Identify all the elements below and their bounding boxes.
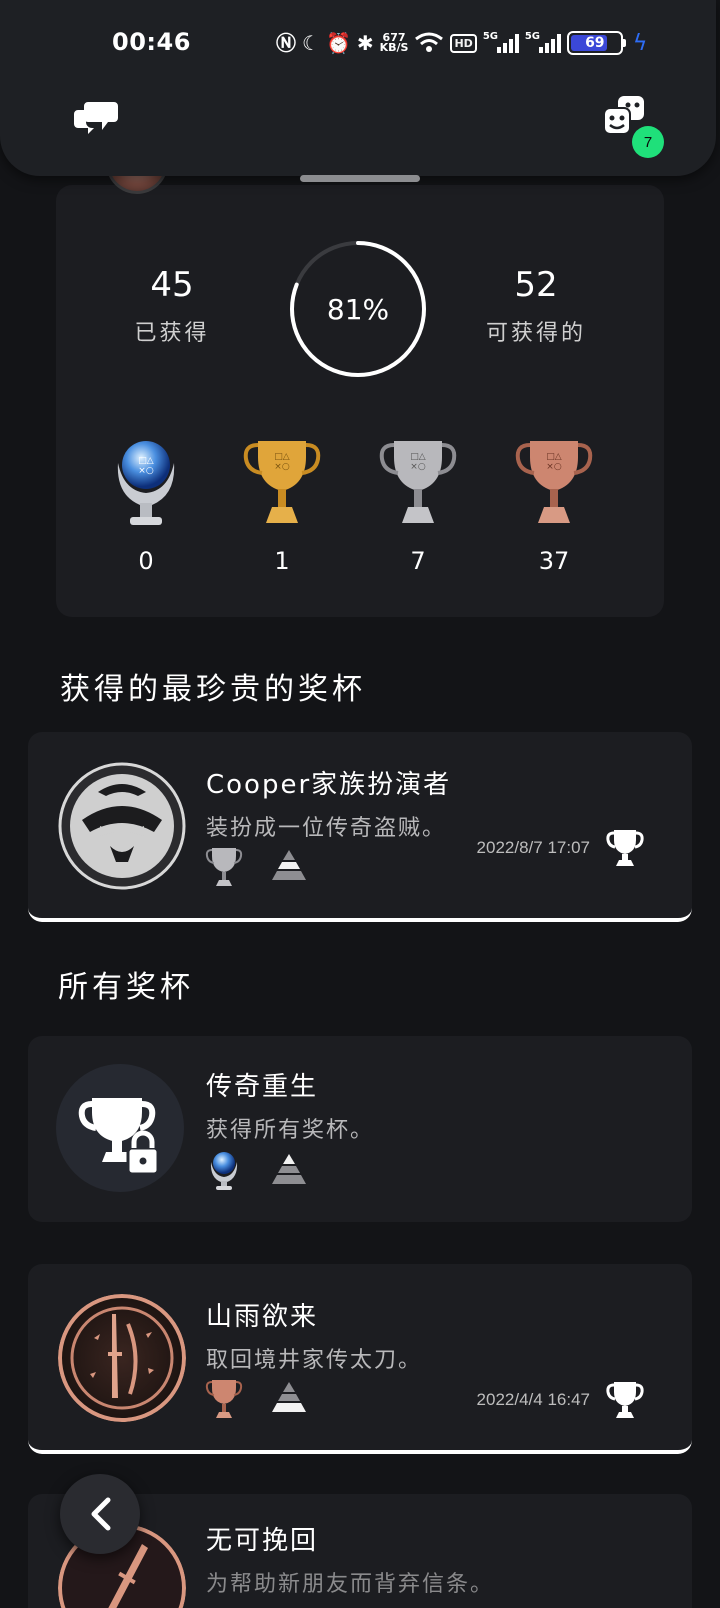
available-stat: 52 可获得的: [456, 265, 616, 347]
svg-text:□△: □△: [138, 456, 154, 466]
trophy-name: 山雨欲来: [206, 1302, 319, 1332]
gold-count: 1: [274, 547, 290, 575]
trophy-name: 传奇重生: [206, 1072, 319, 1102]
earned-label: 已获得: [134, 321, 210, 346]
svg-text:×○: ×○: [138, 466, 154, 476]
platinum-column: □△ ×○ 0: [86, 433, 206, 575]
rarest-section-title: 获得的最珍贵的奖杯: [60, 672, 366, 707]
svg-text:□△: □△: [546, 452, 562, 462]
trophy-description: 取回境井家传太刀。: [206, 1348, 423, 1373]
trophy-name: 无可挽回: [206, 1526, 319, 1556]
hd-badge: HD: [450, 33, 477, 53]
gold-column: □△ ×○ 1: [222, 433, 342, 575]
moon-icon: ☾: [302, 31, 320, 55]
trophy-lock-icon: [78, 1098, 160, 1176]
locked-trophy-icon: [56, 1064, 184, 1192]
bronze-grade-icon: [205, 1380, 243, 1418]
earned-count: 45: [150, 265, 194, 305]
available-label: 可获得的: [485, 321, 586, 346]
notification-badge: 7: [632, 126, 664, 158]
net-speed-unit: KB/S: [379, 41, 409, 54]
status-bar: 00:46 Ⓝ ☾ ⏰ ✱ 677 KB/S HD 5G 5G 69 ϟ: [0, 22, 720, 62]
charging-icon: ϟ: [632, 30, 648, 56]
chevron-left-icon: [91, 1497, 111, 1531]
earned-trophy-icon: [606, 830, 644, 866]
signal-2-icon: 5G: [524, 31, 561, 53]
gold-trophy-icon: □△ ×○: [243, 441, 321, 523]
bluetooth-icon: ✱: [356, 31, 374, 55]
trophy-name: Cooper家族扮演者: [206, 770, 452, 800]
rarity-pyramid-icon: [272, 1154, 306, 1184]
trophy-description: 装扮成一位传奇盗贼。: [206, 816, 447, 841]
svg-text:□△: □△: [410, 452, 426, 462]
progress-percent: 81%: [326, 292, 390, 326]
platinum-grade-icon: [210, 1152, 238, 1190]
earned-trophy-icon: [606, 1382, 644, 1418]
earned-date: 2022/8/7 17:07: [476, 838, 590, 857]
nfc-icon: Ⓝ: [276, 31, 296, 55]
trophy-card[interactable]: 传奇重生 获得所有奖杯。: [28, 1036, 692, 1222]
katana-trophy-icon: [58, 1294, 186, 1422]
wifi-icon: [414, 31, 444, 56]
all-trophies-section-title: 所有奖杯: [58, 970, 194, 1005]
earned-date: 2022/4/4 16:47: [476, 1390, 590, 1409]
svg-text:×○: ×○: [410, 462, 426, 472]
chat-bubbles-icon[interactable]: [74, 98, 118, 134]
available-count: 52: [514, 265, 558, 305]
status-clock: 00:46: [112, 28, 191, 56]
trophy-description: 获得所有奖杯。: [206, 1118, 375, 1143]
back-button[interactable]: [60, 1474, 140, 1554]
signal-1-label: 5G: [482, 31, 498, 42]
trophy-summary-card: 45 已获得 81% 52 可获得的 □△ ×○ 0 □△ ×○ 1 □△ ×○…: [56, 185, 664, 617]
net-speed: 677 KB/S: [379, 32, 409, 54]
rarity-pyramid-icon: [272, 1382, 306, 1412]
rarity-pyramid-icon: [272, 850, 306, 880]
battery-level: 69: [585, 35, 605, 51]
bronze-trophy-icon: □△ ×○: [515, 441, 593, 523]
signal-2-label: 5G: [524, 31, 540, 42]
svg-text:×○: ×○: [274, 462, 290, 472]
platinum-count: 0: [138, 547, 154, 575]
app-top-bar: 00:46 Ⓝ ☾ ⏰ ✱ 677 KB/S HD 5G 5G 69 ϟ 7: [0, 0, 716, 176]
silver-column: □△ ×○ 7: [358, 433, 478, 575]
battery-icon: 69: [566, 31, 626, 55]
silver-trophy-icon: □△ ×○: [379, 441, 457, 523]
rarest-trophy-card[interactable]: Cooper家族扮演者 装扮成一位传奇盗贼。 2022/8/7 17:07: [28, 732, 692, 922]
trophy-description: 为帮助新朋友而背弃信条。: [206, 1572, 495, 1597]
bronze-column: □△ ×○ 37: [494, 433, 614, 575]
thief-mask-trophy-icon: [58, 762, 186, 890]
earned-stat: 45 已获得: [92, 265, 252, 347]
drag-handle[interactable]: [300, 175, 420, 182]
trophy-card[interactable]: 山雨欲来 取回境井家传太刀。 2022/4/4 16:47: [28, 1264, 692, 1454]
status-icons: Ⓝ ☾ ⏰ ✱ 677 KB/S HD 5G 5G 69 ϟ: [276, 28, 647, 58]
alarm-icon: ⏰: [325, 31, 351, 55]
bronze-count: 37: [538, 547, 570, 575]
signal-1-icon: 5G: [482, 31, 519, 53]
svg-text:×○: ×○: [546, 462, 562, 472]
svg-text:□△: □△: [274, 452, 290, 462]
platinum-trophy-icon: □△ ×○: [117, 441, 175, 525]
silver-grade-icon: [205, 848, 243, 886]
silver-count: 7: [410, 547, 426, 575]
